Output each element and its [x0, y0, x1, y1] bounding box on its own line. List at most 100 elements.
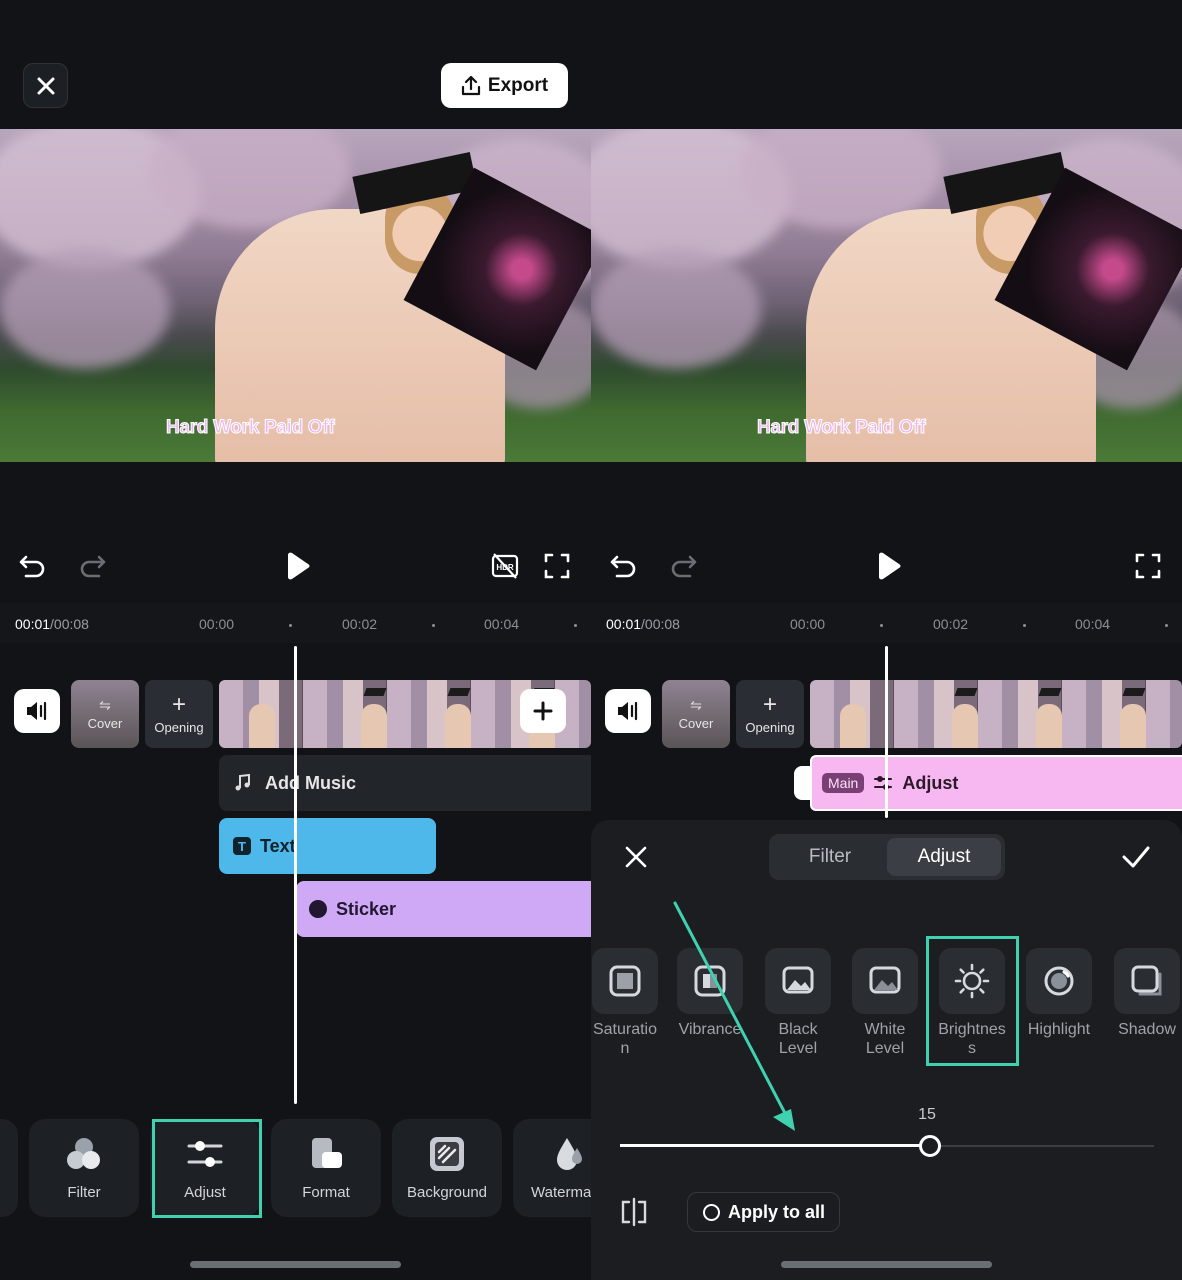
- play-icon[interactable]: [875, 552, 901, 580]
- playhead[interactable]: [294, 646, 297, 1104]
- export-label: Export: [487, 74, 549, 96]
- tool-filter-label: Filter: [67, 1184, 101, 1201]
- shadow-icon: [1131, 965, 1162, 996]
- tool-watermark-label: Waterma: [531, 1184, 591, 1201]
- timecode: 00:01/00:08: [15, 616, 89, 632]
- highlight-icon: [1044, 966, 1074, 996]
- filter-icon: [67, 1138, 100, 1169]
- opening-tile[interactable]: + Opening: [736, 680, 804, 748]
- adjust-item-white-level[interactable]: White Level: [851, 948, 919, 1058]
- format-icon: [312, 1138, 342, 1168]
- text-icon: T: [233, 837, 251, 855]
- speaker-icon: [27, 701, 47, 721]
- slider-value: 15: [918, 1106, 936, 1123]
- sticker-icon: [309, 900, 327, 918]
- close-icon: [37, 77, 54, 94]
- home-indicator: [190, 1261, 401, 1268]
- tab-filter[interactable]: Filter: [773, 838, 887, 876]
- adjust-item-shadow[interactable]: Shadow: [1113, 948, 1181, 1039]
- opening-label: Opening: [154, 719, 204, 735]
- adjust-track[interactable]: Main Adjust: [810, 755, 1182, 811]
- tick-label: 00:00: [790, 616, 826, 632]
- partial-tool-card[interactable]: [0, 1119, 18, 1217]
- main-badge: Main: [822, 773, 865, 793]
- tick-label: 00:04: [484, 616, 520, 632]
- watermark-icon: [557, 1138, 582, 1170]
- play-icon[interactable]: [284, 552, 310, 580]
- playhead[interactable]: [885, 646, 888, 818]
- timecode: 00:01/00:08: [606, 616, 680, 632]
- adjust-item-saturation[interactable]: Saturatio n: [591, 948, 659, 1058]
- redo-icon[interactable]: [77, 551, 107, 581]
- add-music-label: Add Music: [265, 772, 357, 793]
- main-video-track[interactable]: [810, 680, 1182, 748]
- video-preview[interactable]: Hard Work Paid Off: [0, 129, 591, 462]
- text-track-label: Text: [260, 835, 296, 856]
- opening-tile[interactable]: + Opening: [145, 680, 213, 748]
- tick-label: 00:00: [199, 616, 235, 632]
- fullscreen-icon[interactable]: [543, 552, 571, 580]
- adjust-highlight-box: [152, 1119, 262, 1218]
- tick-label: 00:02: [342, 616, 378, 632]
- plus-icon: [533, 701, 553, 721]
- apply-to-all-label: Apply to all: [728, 1201, 826, 1222]
- tool-background-label: Background: [406, 1184, 488, 1201]
- cover-label: Cover: [87, 715, 123, 731]
- adjust-item-label: Highlight: [1027, 1021, 1091, 1038]
- compare-icon[interactable]: [619, 1197, 649, 1227]
- adjust-track-label: Adjust: [902, 772, 959, 793]
- close-button[interactable]: [23, 63, 68, 108]
- annotation-arrow: [673, 901, 795, 1131]
- adjust-track-handle[interactable]: [794, 766, 810, 800]
- adjust-item-label: White Level: [864, 1021, 906, 1057]
- plus-icon: +: [762, 690, 777, 718]
- close-icon[interactable]: [624, 845, 648, 869]
- tick-label: 00:02: [933, 616, 969, 632]
- slider-fill: [620, 1144, 930, 1147]
- cover-tile[interactable]: ⇋ Cover: [662, 680, 730, 748]
- mute-audio-button[interactable]: [605, 689, 651, 733]
- add-clip-button[interactable]: [520, 689, 566, 733]
- white-level-icon: [869, 966, 901, 994]
- filter-adjust-tabs: Filter Adjust: [769, 834, 1005, 880]
- adjust-item-highlight[interactable]: Highlight: [1025, 948, 1093, 1039]
- tool-format[interactable]: Format: [271, 1119, 381, 1217]
- cover-tile[interactable]: ⇋ Cover: [71, 680, 139, 748]
- music-note-icon: [235, 773, 250, 791]
- tool-background[interactable]: Background: [392, 1119, 502, 1217]
- adjust-icon: [874, 776, 893, 790]
- apply-to-all-button[interactable]: Apply to all: [687, 1192, 840, 1232]
- left-editor-pane: Export Hard Work Paid Off HDR 00:01/00:0…: [0, 0, 591, 1280]
- fullscreen-icon[interactable]: [1134, 552, 1162, 580]
- right-editor-pane: Hard Work Paid Off 00:01/00:08 00:00 00:…: [591, 0, 1182, 1280]
- speaker-icon: [618, 701, 638, 721]
- opening-label: Opening: [745, 719, 795, 735]
- mute-audio-button[interactable]: [14, 689, 60, 733]
- hdr-off-icon[interactable]: HDR: [490, 551, 520, 581]
- undo-icon[interactable]: [18, 551, 48, 581]
- undo-icon[interactable]: [609, 551, 639, 581]
- text-track[interactable]: T Text: [219, 818, 436, 874]
- add-music-track[interactable]: Add Music: [219, 755, 591, 811]
- cover-label: Cover: [678, 715, 714, 731]
- radio-circle-icon: [703, 1203, 720, 1221]
- video-caption[interactable]: Hard Work Paid Off: [756, 417, 926, 439]
- tool-filter[interactable]: Filter: [29, 1119, 139, 1217]
- home-indicator: [781, 1261, 992, 1268]
- tick-label: 00:04: [1075, 616, 1111, 632]
- swap-icon: ⇋: [690, 696, 702, 713]
- background-icon: [430, 1137, 464, 1171]
- saturation-icon: [609, 965, 641, 997]
- plus-icon: +: [171, 690, 186, 718]
- export-button[interactable]: Export: [441, 63, 568, 108]
- sticker-track[interactable]: Sticker: [296, 881, 591, 937]
- tool-watermark[interactable]: Waterma: [513, 1119, 591, 1217]
- redo-icon[interactable]: [668, 551, 698, 581]
- brightness-highlight-box: [926, 936, 1019, 1066]
- slider-thumb[interactable]: [919, 1135, 941, 1157]
- video-caption[interactable]: Hard Work Paid Off: [165, 417, 335, 439]
- tab-adjust[interactable]: Adjust: [887, 838, 1001, 876]
- confirm-check-icon[interactable]: [1121, 844, 1151, 870]
- video-preview[interactable]: Hard Work Paid Off: [591, 129, 1182, 462]
- tool-format-label: Format: [302, 1184, 350, 1201]
